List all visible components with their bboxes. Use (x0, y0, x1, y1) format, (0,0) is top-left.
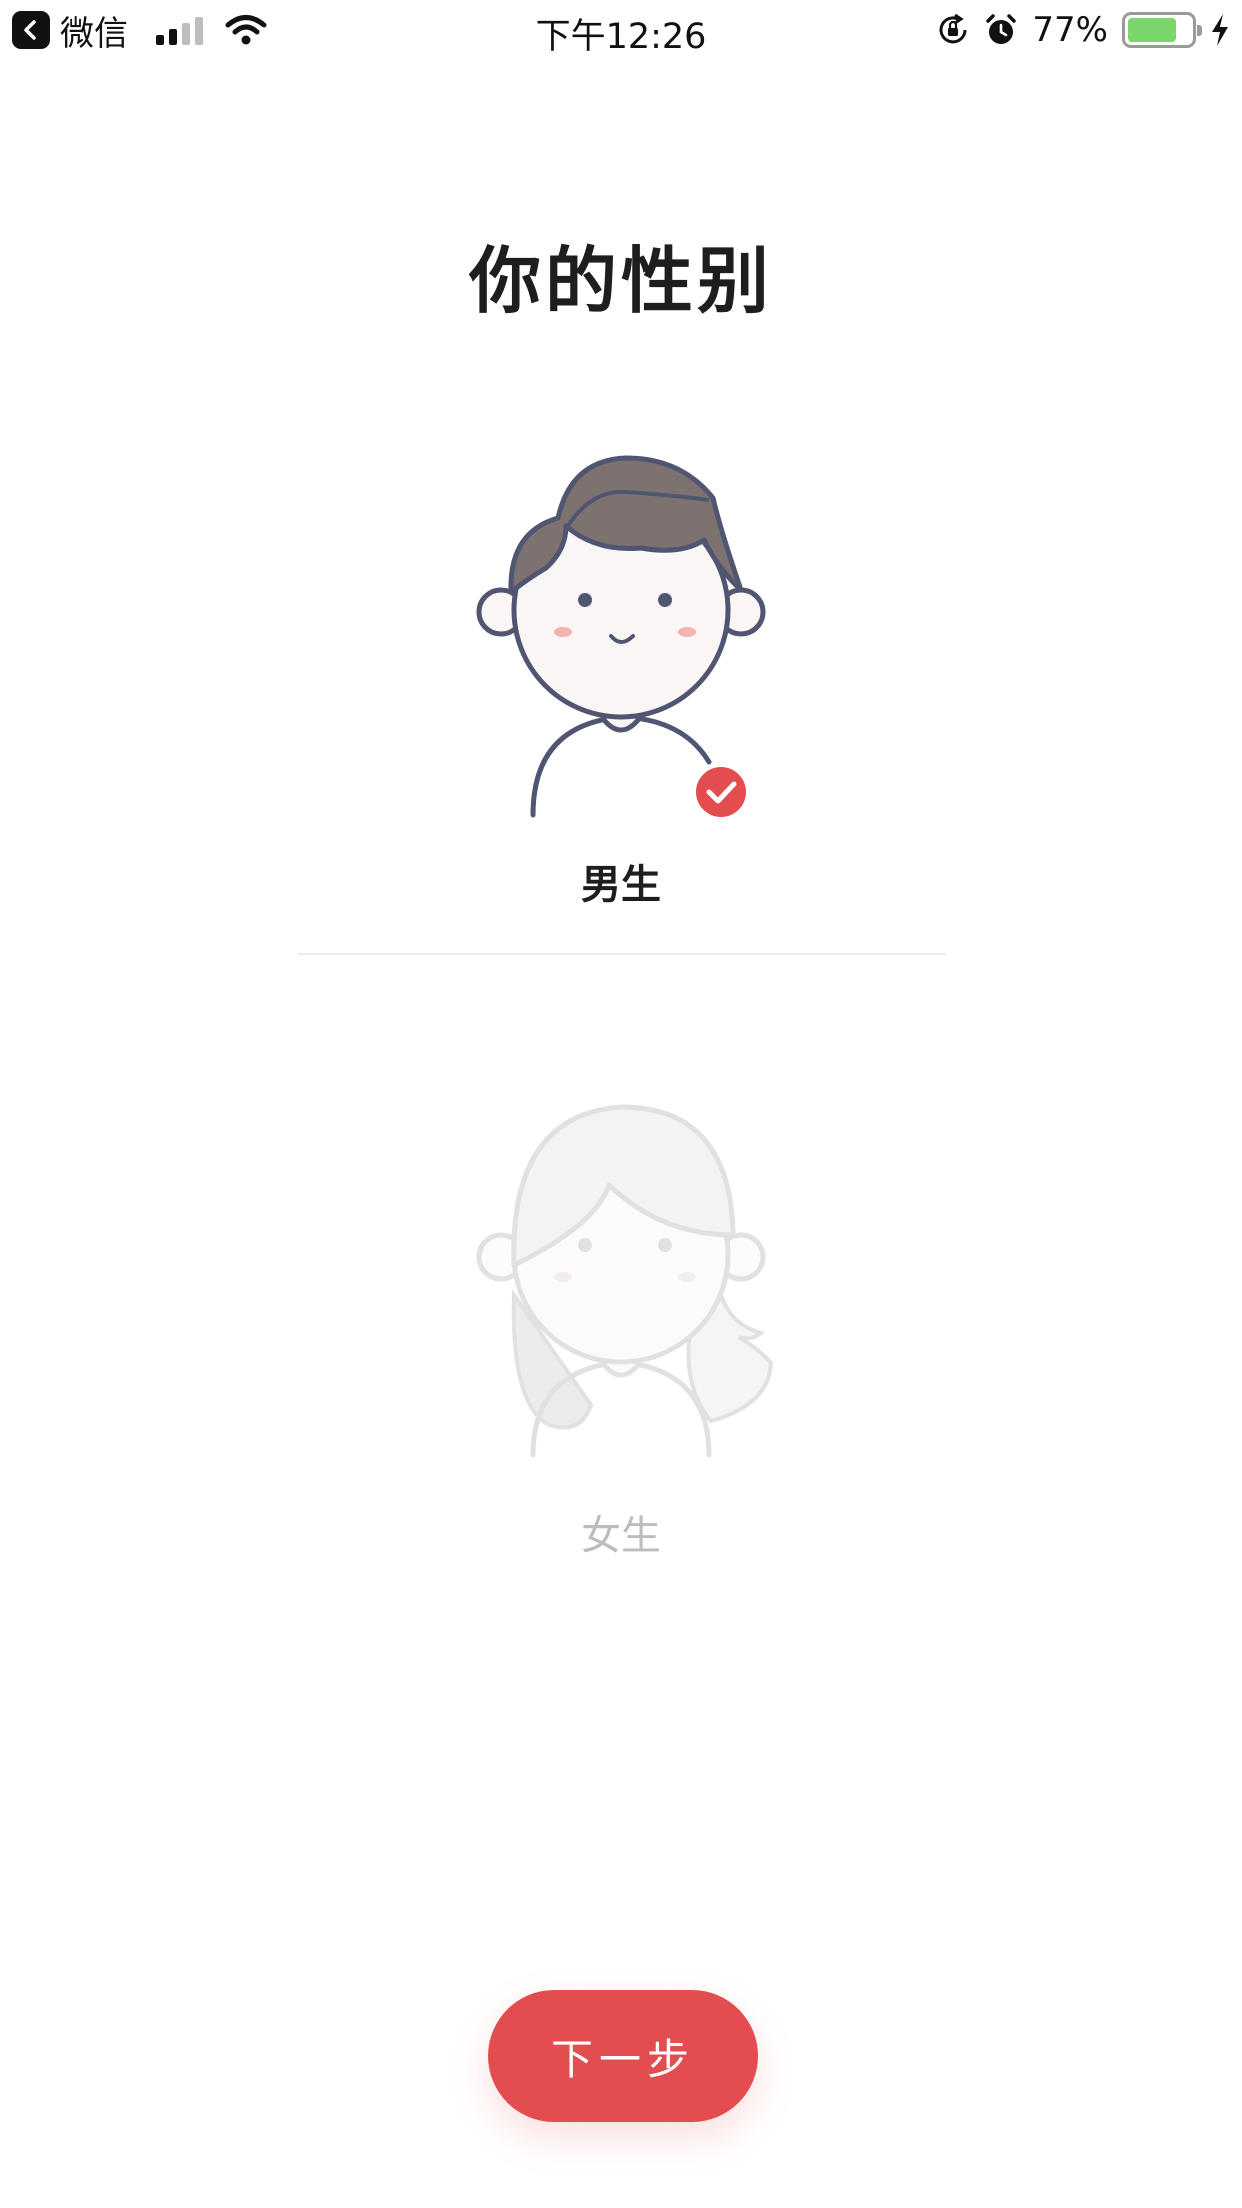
battery-icon (1122, 12, 1202, 48)
page-title: 你的性别 (468, 239, 773, 323)
rotation-lock-icon (939, 13, 967, 44)
gender-option-female[interactable]: 女生 (421, 1085, 821, 1645)
battery-percent: 77% (1032, 10, 1108, 50)
female-avatar-icon[interactable] (421, 1085, 821, 1485)
gender-label-female[interactable]: 女生 (421, 1503, 821, 1561)
divider (298, 953, 946, 955)
gender-label-male[interactable]: 男生 (421, 852, 821, 910)
gender-option-male[interactable]: 男生 (421, 440, 821, 1000)
male-avatar-icon[interactable] (421, 440, 821, 840)
next-step-button[interactable]: 下一步 (488, 1990, 758, 2122)
selected-check-icon (696, 767, 746, 817)
status-bar: 微信 下午12:26 77% (0, 0, 1242, 62)
charging-bolt-icon (1212, 14, 1228, 46)
alarm-icon (986, 14, 1017, 44)
